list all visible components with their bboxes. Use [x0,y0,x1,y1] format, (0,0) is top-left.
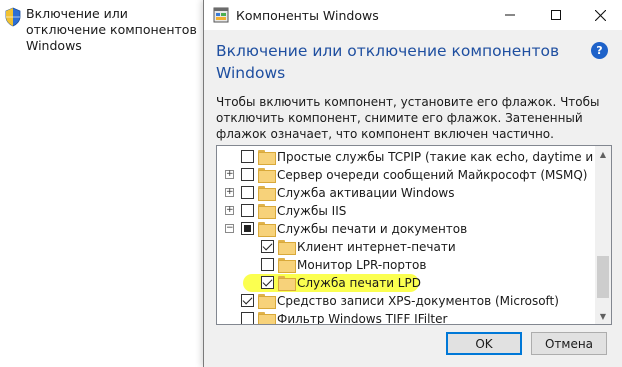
feature-checkbox-checked[interactable] [261,240,274,253]
tree-row-tiff-ifilter[interactable]: Фильтр Windows TIFF IFilter [217,310,597,325]
folder-icon [258,168,276,183]
scrollbar-thumb[interactable] [597,256,609,298]
expand-plus-icon[interactable]: + [225,188,234,197]
expand-plus-icon[interactable]: + [225,206,234,215]
close-button[interactable] [577,0,622,30]
folder-icon [278,258,296,273]
title-bar: Компоненты Windows [204,0,622,30]
feature-checkbox[interactable] [241,204,254,217]
maximize-button[interactable] [533,0,579,30]
help-icon[interactable]: ? [591,42,608,59]
close-icon [594,9,606,21]
feature-label: Простые службы TCPIP (такие как echo, da… [277,150,612,164]
tree-vertical-scrollbar[interactable]: ▲ ▼ [595,146,611,324]
feature-label: Фильтр Windows TIFF IFilter [277,312,448,325]
feature-label: Средство записи XPS-документов (Microsof… [277,294,559,308]
feature-label: Службы печати и документов [277,222,468,236]
feature-checkbox-checked[interactable] [261,276,274,289]
tree-row-lpd-print-service[interactable]: Служба печати LPD [217,274,597,292]
feature-checkbox[interactable] [241,150,254,163]
dialog-description: Чтобы включить компонент, установите его… [216,95,600,141]
feature-label: Сервер очереди сообщений Майкрософт (MSM… [277,168,588,182]
feature-label: Служба активации Windows [277,186,455,200]
tree-row-iis[interactable]: + Службы IIS [217,202,597,220]
dialog-title: Компоненты Windows [236,7,379,23]
tree-row-msmq[interactable]: + Сервер очереди сообщений Майкрософт (M… [217,166,597,184]
feature-label: Службы IIS [277,204,347,218]
minimize-icon [505,14,515,16]
tree-row-xps-writer[interactable]: Средство записи XPS-документов (Microsof… [217,292,597,310]
uac-shield-icon [4,7,22,27]
feature-checkbox[interactable] [241,168,254,181]
folder-icon [278,276,296,291]
windows-features-dialog: Компоненты Windows Включение или отключе… [203,0,622,367]
turn-windows-features-link[interactable]: Включение или отключение компонентов Win… [0,6,200,54]
feature-label: Клиент интернет-печати [297,240,456,254]
folder-icon [258,294,276,309]
turn-windows-features-link-text: Включение или отключение компонентов Win… [26,6,197,53]
tree-row-print-services[interactable]: − Службы печати и документов [217,220,597,238]
feature-checkbox[interactable] [241,312,254,324]
scroll-down-arrow-icon[interactable]: ▼ [595,308,611,324]
cancel-button[interactable]: Отмена [531,332,607,355]
collapse-minus-icon[interactable]: − [225,224,234,233]
folder-icon [258,204,276,219]
maximize-icon [551,10,561,20]
folder-icon [258,186,276,201]
features-tree[interactable]: Простые службы TCPIP (такие как echo, da… [216,145,612,325]
tree-row-windows-activation[interactable]: + Служба активации Windows [217,184,597,202]
feature-label: Служба печати LPD [297,276,421,290]
folder-icon [258,312,276,324]
folder-icon [278,240,296,255]
dialog-heading: Включение или отключение компонентов Win… [216,42,560,82]
ok-button[interactable]: OK [446,332,522,355]
feature-checkbox[interactable] [261,258,274,271]
feature-label: Монитор LPR-портов [297,258,427,272]
folder-icon [258,150,276,165]
expand-plus-icon[interactable]: + [225,170,234,179]
scroll-up-arrow-icon[interactable]: ▲ [595,146,611,162]
minimize-button[interactable] [487,0,533,30]
feature-checkbox-checked[interactable] [241,294,254,307]
feature-checkbox-partial[interactable] [241,222,254,235]
tree-row-internet-print-client[interactable]: Клиент интернет-печати [217,238,597,256]
folder-icon [258,222,276,237]
windows-features-app-icon [213,7,229,23]
feature-checkbox[interactable] [241,186,254,199]
tree-row-simple-tcpip[interactable]: Простые службы TCPIP (такие как echo, da… [217,148,611,166]
tree-row-lpr-monitor[interactable]: Монитор LPR-портов [217,256,597,274]
